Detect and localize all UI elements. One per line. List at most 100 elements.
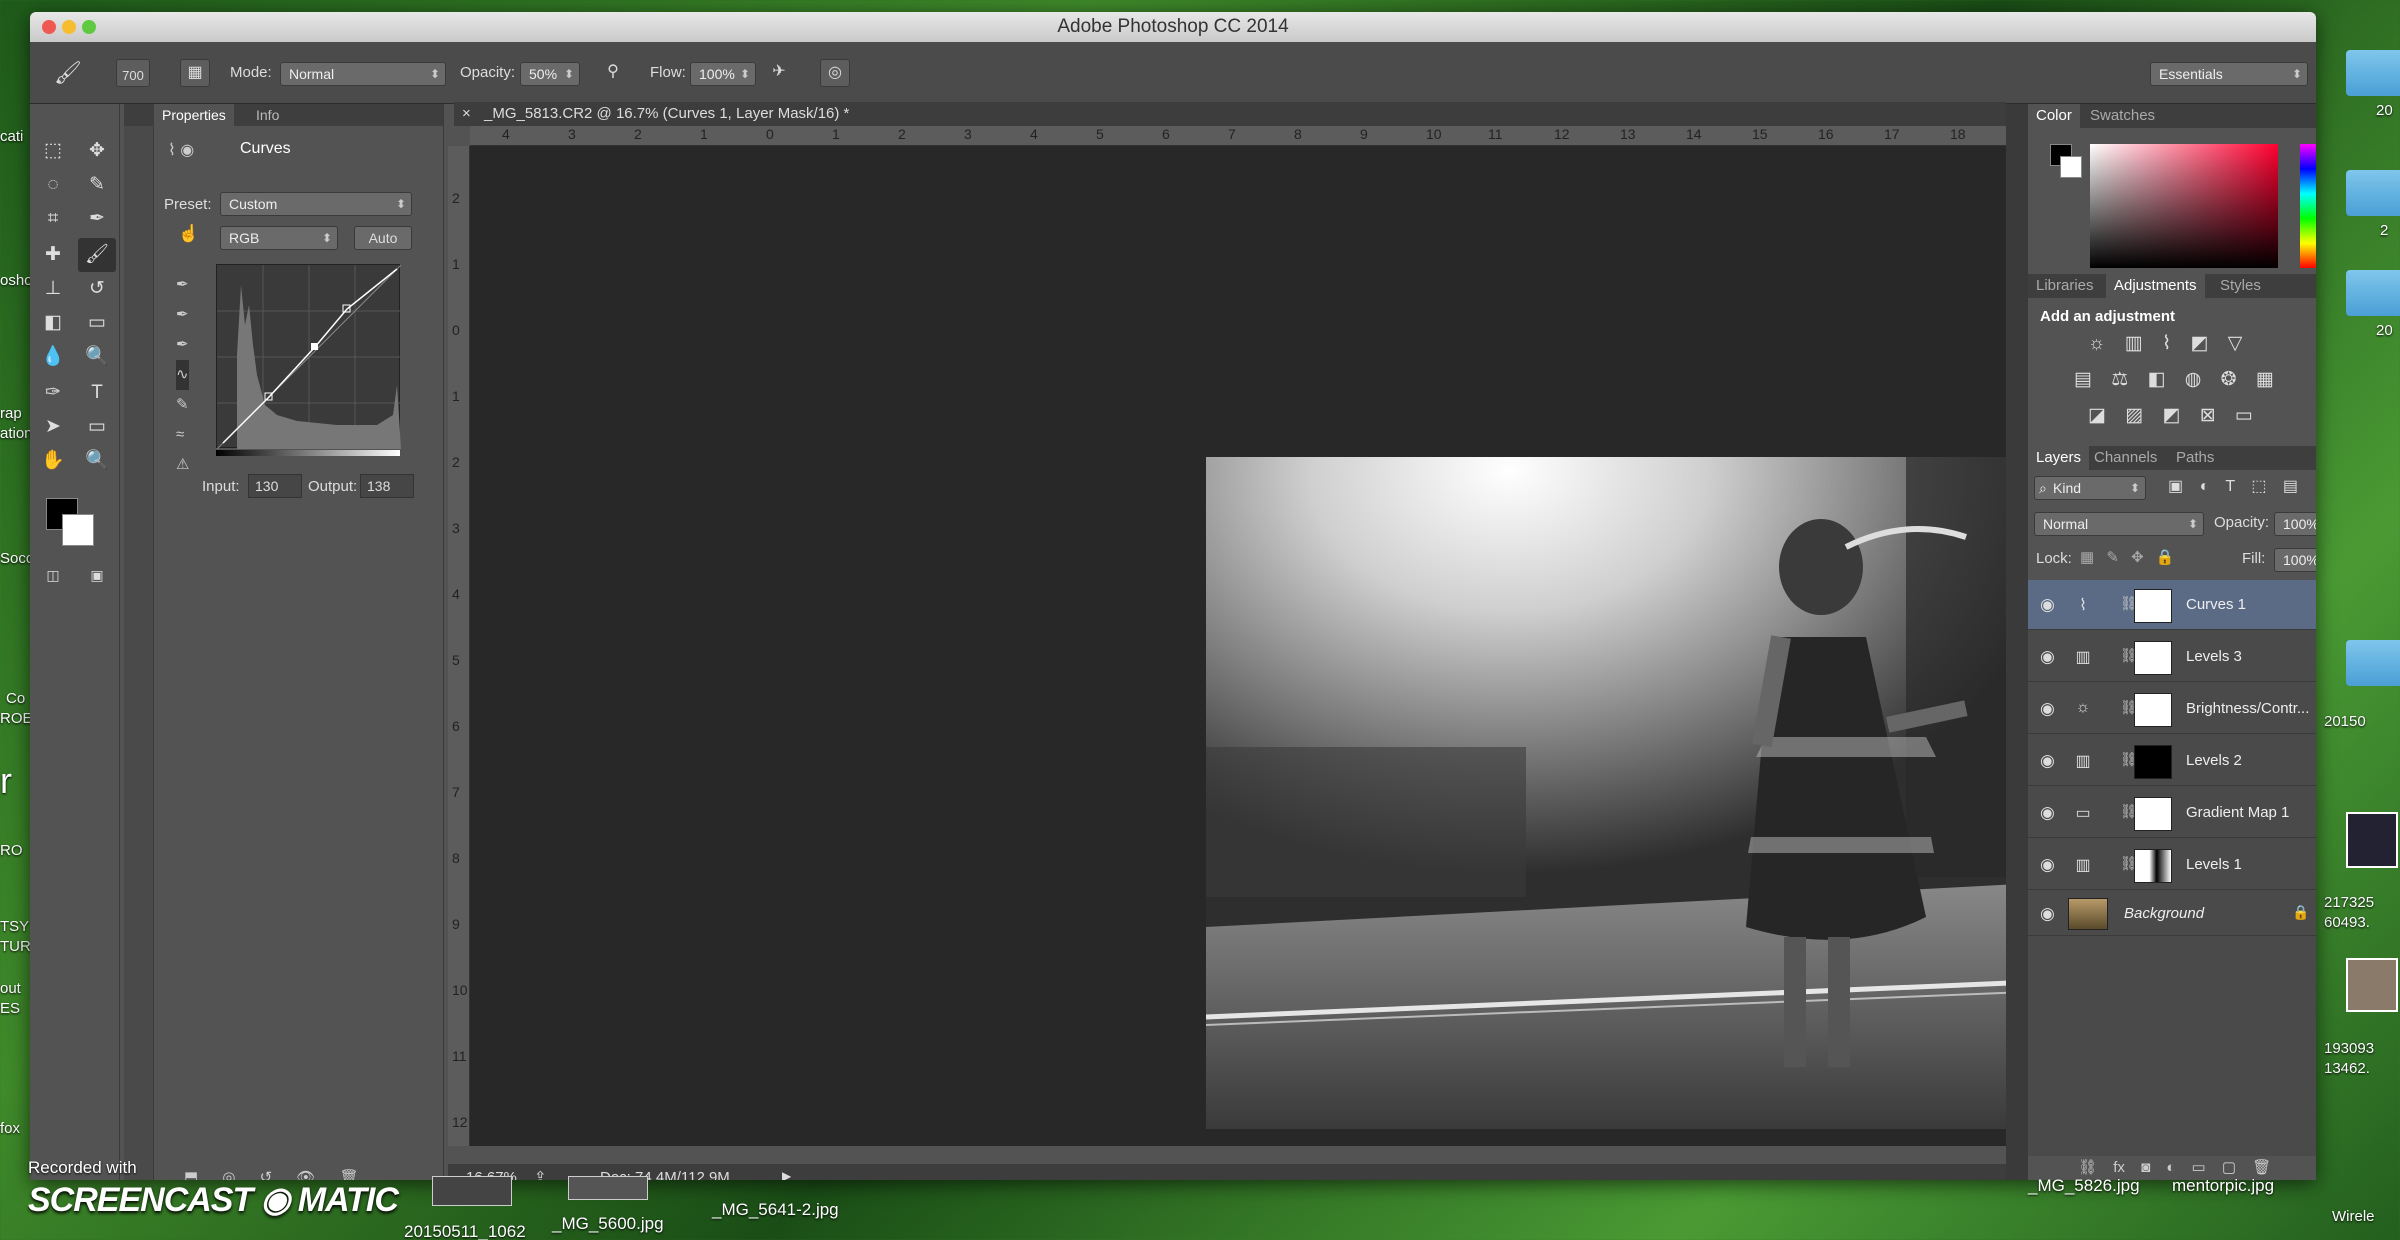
background-thumbnail[interactable] bbox=[2068, 898, 2108, 930]
gradient-tool-icon[interactable]: ▭ bbox=[78, 306, 116, 340]
gray-point-eyedropper-icon[interactable]: ✒ bbox=[176, 300, 189, 330]
new-adjustment-icon[interactable]: ◐ bbox=[2166, 1159, 2175, 1176]
image-thumbnail[interactable] bbox=[2346, 958, 2398, 1012]
channel-dropdown[interactable]: RGB bbox=[220, 226, 338, 250]
tab-layers[interactable]: Layers bbox=[2028, 446, 2090, 470]
layer-name[interactable]: Levels 3 bbox=[2186, 632, 2242, 682]
desktop-label[interactable]: 193093 bbox=[2324, 1040, 2374, 1057]
posterize-icon[interactable]: ▨ bbox=[2125, 405, 2143, 426]
pressure-size-icon[interactable]: ◎ bbox=[820, 59, 850, 87]
layer-name[interactable]: Gradient Map 1 bbox=[2186, 788, 2289, 838]
history-brush-tool-icon[interactable]: ↺ bbox=[78, 272, 116, 306]
eye-icon[interactable]: ◉ bbox=[2040, 595, 2060, 615]
color-field[interactable] bbox=[2090, 144, 2278, 268]
desktop-label[interactable]: cati bbox=[0, 128, 23, 145]
layer-mask-thumbnail[interactable] bbox=[2134, 849, 2172, 883]
share-icon[interactable]: ⇪ bbox=[534, 1168, 547, 1180]
on-image-adjust-icon[interactable]: ☝ bbox=[178, 224, 199, 244]
eye-icon[interactable]: ◉ bbox=[2040, 904, 2060, 924]
blur-tool-icon[interactable]: 💧 bbox=[34, 340, 72, 374]
desktop-label[interactable]: ES bbox=[0, 1000, 20, 1017]
hue-saturation-icon[interactable]: ▤ bbox=[2074, 369, 2092, 390]
desktop-file-label[interactable]: _MG_5641-2.jpg bbox=[712, 1200, 839, 1220]
image-thumbnail[interactable] bbox=[2346, 812, 2398, 868]
delete-adjustment-icon[interactable]: 🗑 bbox=[340, 1169, 359, 1180]
desktop-label[interactable]: RO bbox=[0, 842, 23, 859]
output-field[interactable]: 138 bbox=[360, 474, 414, 498]
desktop-label[interactable]: 20 bbox=[2376, 102, 2393, 119]
desktop-label[interactable]: ation bbox=[0, 425, 33, 442]
new-group-icon[interactable]: ▭ bbox=[2192, 1159, 2206, 1176]
desktop-label[interactable]: fox bbox=[0, 1120, 20, 1137]
minimize-button[interactable] bbox=[62, 20, 76, 34]
tab-channels[interactable]: Channels bbox=[2086, 446, 2165, 470]
screen-mode-icon[interactable]: ▣ bbox=[78, 558, 116, 592]
background-color-swatch[interactable] bbox=[62, 514, 94, 546]
gradient-map-icon[interactable]: ▭ bbox=[2235, 405, 2253, 426]
quick-mask-icon[interactable]: ◫ bbox=[34, 558, 72, 592]
visibility-toggle-icon[interactable]: 👁 bbox=[296, 1169, 315, 1180]
filter-pixel-icon[interactable]: ▣ bbox=[2168, 478, 2183, 495]
dodge-tool-icon[interactable]: 🔍 bbox=[78, 340, 116, 374]
folder-icon[interactable] bbox=[2346, 270, 2400, 316]
brush-panel-toggle-icon[interactable]: ▦ bbox=[180, 59, 210, 87]
invert-icon[interactable]: ◪ bbox=[2088, 405, 2106, 426]
layer-name[interactable]: Levels 2 bbox=[2186, 736, 2242, 786]
color-lookup-icon[interactable]: ▦ bbox=[2256, 369, 2274, 390]
layer-row[interactable]: ◉ ▥ ⛓ Levels 2 bbox=[2028, 736, 2316, 786]
marquee-tool-icon[interactable]: ⬚ bbox=[34, 134, 72, 168]
threshold-icon[interactable]: ◩ bbox=[2162, 405, 2180, 426]
close-document-icon[interactable]: × bbox=[462, 105, 471, 122]
status-menu-arrow-icon[interactable]: ▶ bbox=[782, 1169, 791, 1180]
panel-menu-icon[interactable]: ≡ bbox=[2314, 446, 2316, 470]
desktop-label[interactable]: Wirele bbox=[2332, 1208, 2375, 1225]
eye-icon[interactable]: ◉ bbox=[2040, 803, 2060, 823]
quick-selection-tool-icon[interactable]: ✎ bbox=[78, 168, 116, 202]
hand-tool-icon[interactable]: ✋ bbox=[34, 444, 72, 478]
filter-smart-object-icon[interactable]: ▤ bbox=[2283, 478, 2298, 495]
folder-icon[interactable] bbox=[2346, 640, 2400, 686]
reset-icon[interactable]: ↺ bbox=[260, 1169, 273, 1180]
airbrush-icon[interactable]: ✈ bbox=[764, 59, 794, 87]
filter-type-icon[interactable]: T bbox=[2225, 478, 2234, 495]
exposure-icon[interactable]: ◩ bbox=[2191, 333, 2209, 354]
smooth-curve-icon[interactable]: ≈ bbox=[176, 420, 189, 450]
layer-mask-thumbnail[interactable] bbox=[2134, 641, 2172, 675]
zoom-button[interactable] bbox=[82, 20, 96, 34]
layer-row[interactable]: ◉ ▭ ⛓ Gradient Map 1 bbox=[2028, 788, 2316, 838]
eraser-tool-icon[interactable]: ◧ bbox=[34, 306, 72, 340]
layer-style-icon[interactable]: fx bbox=[2113, 1159, 2125, 1176]
tab-styles[interactable]: Styles bbox=[2212, 274, 2269, 298]
tab-color[interactable]: Color bbox=[2028, 104, 2080, 128]
desktop-file-label[interactable]: mentorpic.jpg bbox=[2172, 1176, 2274, 1196]
filter-shape-icon[interactable]: ⬚ bbox=[2251, 478, 2266, 495]
layer-name[interactable]: Levels 1 bbox=[2186, 840, 2242, 890]
delete-layer-icon[interactable]: 🗑 bbox=[2252, 1159, 2271, 1176]
desktop-file-label[interactable]: _MG_5600.jpg bbox=[552, 1214, 664, 1234]
blend-mode-dropdown[interactable]: Normal bbox=[2034, 512, 2204, 536]
curve-draw-icon[interactable]: ✎ bbox=[176, 390, 189, 420]
desktop-label[interactable]: Socc bbox=[0, 550, 33, 567]
folder-icon[interactable] bbox=[2346, 170, 2400, 216]
desktop-label[interactable]: Co bbox=[6, 690, 25, 707]
tab-swatches[interactable]: Swatches bbox=[2082, 104, 2163, 128]
brush-tool-icon[interactable]: 🖌 bbox=[54, 42, 82, 104]
desktop-label[interactable]: 217325 bbox=[2324, 894, 2374, 911]
layer-mask-thumbnail[interactable] bbox=[2134, 693, 2172, 727]
lasso-tool-icon[interactable]: ◌ bbox=[34, 168, 72, 202]
brush-size-picker[interactable]: 700 bbox=[116, 59, 150, 87]
crop-tool-icon[interactable]: ⌗ bbox=[34, 202, 72, 236]
mode-dropdown[interactable]: Normal bbox=[280, 62, 446, 86]
desktop-label[interactable]: rap bbox=[0, 405, 22, 422]
fill-input[interactable]: 100% bbox=[2274, 548, 2316, 572]
tab-adjustments[interactable]: Adjustments bbox=[2106, 274, 2205, 298]
link-layers-icon[interactable]: ⛓ bbox=[2078, 1159, 2097, 1176]
lock-image-icon[interactable]: ✎ bbox=[2106, 549, 2119, 566]
color-balance-icon[interactable]: ⚖ bbox=[2111, 369, 2128, 390]
pressure-opacity-icon[interactable]: ⚲ bbox=[598, 59, 628, 87]
desktop-label[interactable]: out bbox=[0, 980, 21, 997]
layer-opacity-input[interactable]: 100% bbox=[2274, 512, 2316, 536]
levels-icon[interactable]: ▥ bbox=[2125, 333, 2143, 354]
eye-icon[interactable]: ◉ bbox=[2040, 647, 2060, 667]
brightness-icon[interactable]: ☼ bbox=[2088, 333, 2105, 354]
